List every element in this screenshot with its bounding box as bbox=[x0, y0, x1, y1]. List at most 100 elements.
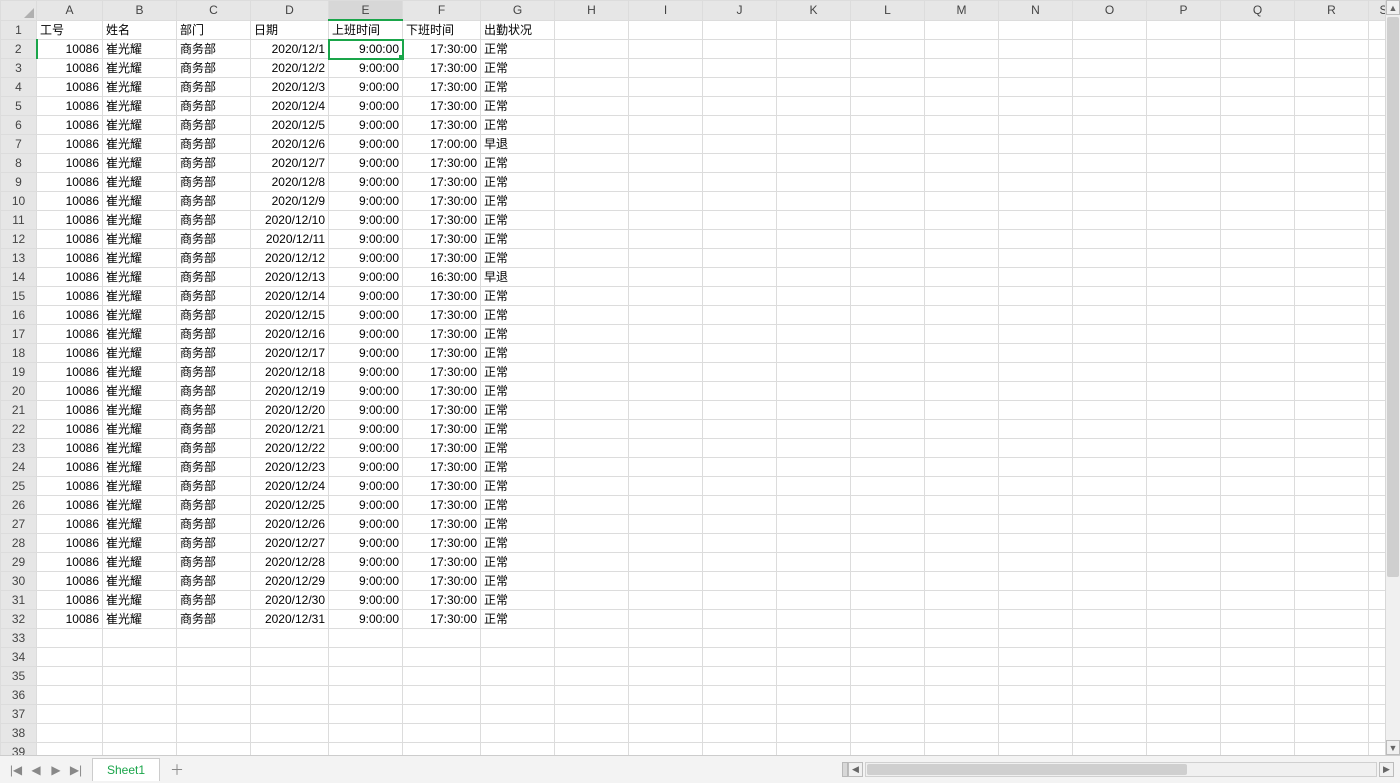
sheet-nav-prev[interactable]: ◀ bbox=[26, 760, 46, 780]
cell[interactable] bbox=[555, 97, 629, 116]
cell[interactable] bbox=[777, 287, 851, 306]
cell[interactable] bbox=[1147, 154, 1221, 173]
cell[interactable] bbox=[851, 496, 925, 515]
cell[interactable]: 正常 bbox=[481, 78, 555, 97]
sheet-nav-last[interactable]: ▶| bbox=[66, 760, 86, 780]
cell[interactable] bbox=[703, 154, 777, 173]
cell[interactable] bbox=[999, 477, 1073, 496]
cell[interactable] bbox=[37, 686, 103, 705]
cell[interactable]: 17:30:00 bbox=[403, 97, 481, 116]
cell[interactable] bbox=[925, 705, 999, 724]
cell[interactable] bbox=[1221, 572, 1295, 591]
cell[interactable]: 10086 bbox=[37, 211, 103, 230]
cell[interactable] bbox=[1295, 705, 1369, 724]
cell[interactable] bbox=[925, 382, 999, 401]
cell[interactable] bbox=[1295, 591, 1369, 610]
cell[interactable] bbox=[1295, 420, 1369, 439]
cell[interactable]: 姓名 bbox=[103, 20, 177, 40]
cell[interactable]: 崔光耀 bbox=[103, 173, 177, 192]
cell[interactable] bbox=[1295, 97, 1369, 116]
cell[interactable] bbox=[999, 382, 1073, 401]
cell[interactable]: 商务部 bbox=[177, 553, 251, 572]
cell[interactable]: 正常 bbox=[481, 610, 555, 629]
row-header[interactable]: 27 bbox=[1, 515, 37, 534]
row-header[interactable]: 37 bbox=[1, 705, 37, 724]
cell[interactable] bbox=[555, 306, 629, 325]
cell[interactable]: 2020/12/11 bbox=[251, 230, 329, 249]
cell[interactable] bbox=[329, 648, 403, 667]
cell[interactable] bbox=[1073, 610, 1147, 629]
cell[interactable] bbox=[1221, 173, 1295, 192]
cell[interactable] bbox=[629, 724, 703, 743]
cell[interactable]: 崔光耀 bbox=[103, 230, 177, 249]
cell[interactable] bbox=[777, 325, 851, 344]
cell[interactable]: 2020/12/7 bbox=[251, 154, 329, 173]
col-header-P[interactable]: P bbox=[1147, 1, 1221, 21]
cell[interactable]: 17:30:00 bbox=[403, 59, 481, 78]
cell[interactable] bbox=[555, 230, 629, 249]
cell[interactable] bbox=[555, 439, 629, 458]
cell[interactable]: 崔光耀 bbox=[103, 59, 177, 78]
cell[interactable] bbox=[403, 648, 481, 667]
col-header-J[interactable]: J bbox=[703, 1, 777, 21]
cell[interactable] bbox=[777, 667, 851, 686]
cell[interactable] bbox=[1073, 439, 1147, 458]
cell[interactable] bbox=[1147, 344, 1221, 363]
cell[interactable] bbox=[925, 325, 999, 344]
row-header[interactable]: 22 bbox=[1, 420, 37, 439]
cell[interactable] bbox=[999, 40, 1073, 59]
cell[interactable] bbox=[925, 249, 999, 268]
cell[interactable] bbox=[555, 515, 629, 534]
cell[interactable]: 商务部 bbox=[177, 268, 251, 287]
cell[interactable]: 17:30:00 bbox=[403, 572, 481, 591]
cell[interactable]: 崔光耀 bbox=[103, 306, 177, 325]
cell[interactable] bbox=[777, 724, 851, 743]
cell[interactable]: 崔光耀 bbox=[103, 572, 177, 591]
cell[interactable] bbox=[1073, 743, 1147, 756]
cell[interactable] bbox=[703, 59, 777, 78]
cell[interactable] bbox=[703, 192, 777, 211]
cell[interactable] bbox=[1221, 97, 1295, 116]
cell[interactable]: 2020/12/3 bbox=[251, 78, 329, 97]
cell[interactable] bbox=[177, 743, 251, 756]
row-header[interactable]: 13 bbox=[1, 249, 37, 268]
cell[interactable] bbox=[851, 268, 925, 287]
cell[interactable] bbox=[1221, 192, 1295, 211]
cell[interactable] bbox=[851, 20, 925, 40]
cell[interactable] bbox=[1295, 553, 1369, 572]
row-header[interactable]: 38 bbox=[1, 724, 37, 743]
col-header-C[interactable]: C bbox=[177, 1, 251, 21]
cell[interactable] bbox=[925, 458, 999, 477]
cell[interactable] bbox=[999, 724, 1073, 743]
cell[interactable]: 9:00:00 bbox=[329, 363, 403, 382]
cell[interactable]: 正常 bbox=[481, 515, 555, 534]
cell[interactable] bbox=[925, 477, 999, 496]
cell[interactable]: 10086 bbox=[37, 173, 103, 192]
cell[interactable] bbox=[1221, 20, 1295, 40]
cell[interactable] bbox=[1073, 686, 1147, 705]
row-header[interactable]: 14 bbox=[1, 268, 37, 287]
cell[interactable] bbox=[629, 363, 703, 382]
cell[interactable] bbox=[1073, 363, 1147, 382]
cell[interactable] bbox=[999, 306, 1073, 325]
cell[interactable] bbox=[777, 268, 851, 287]
cell[interactable] bbox=[629, 97, 703, 116]
cell[interactable] bbox=[329, 629, 403, 648]
cell[interactable] bbox=[925, 287, 999, 306]
cell[interactable] bbox=[703, 610, 777, 629]
cell[interactable] bbox=[37, 629, 103, 648]
cell[interactable]: 2020/12/10 bbox=[251, 211, 329, 230]
cell[interactable] bbox=[1295, 20, 1369, 40]
row-header[interactable]: 4 bbox=[1, 78, 37, 97]
cell[interactable] bbox=[629, 648, 703, 667]
row-header[interactable]: 29 bbox=[1, 553, 37, 572]
cell[interactable] bbox=[629, 268, 703, 287]
cell[interactable] bbox=[329, 667, 403, 686]
cell[interactable] bbox=[555, 287, 629, 306]
cell[interactable] bbox=[999, 648, 1073, 667]
cell[interactable] bbox=[555, 325, 629, 344]
cell[interactable] bbox=[1221, 268, 1295, 287]
cell[interactable] bbox=[777, 401, 851, 420]
cell[interactable] bbox=[1221, 382, 1295, 401]
scroll-left-button[interactable]: ◀ bbox=[848, 762, 863, 777]
